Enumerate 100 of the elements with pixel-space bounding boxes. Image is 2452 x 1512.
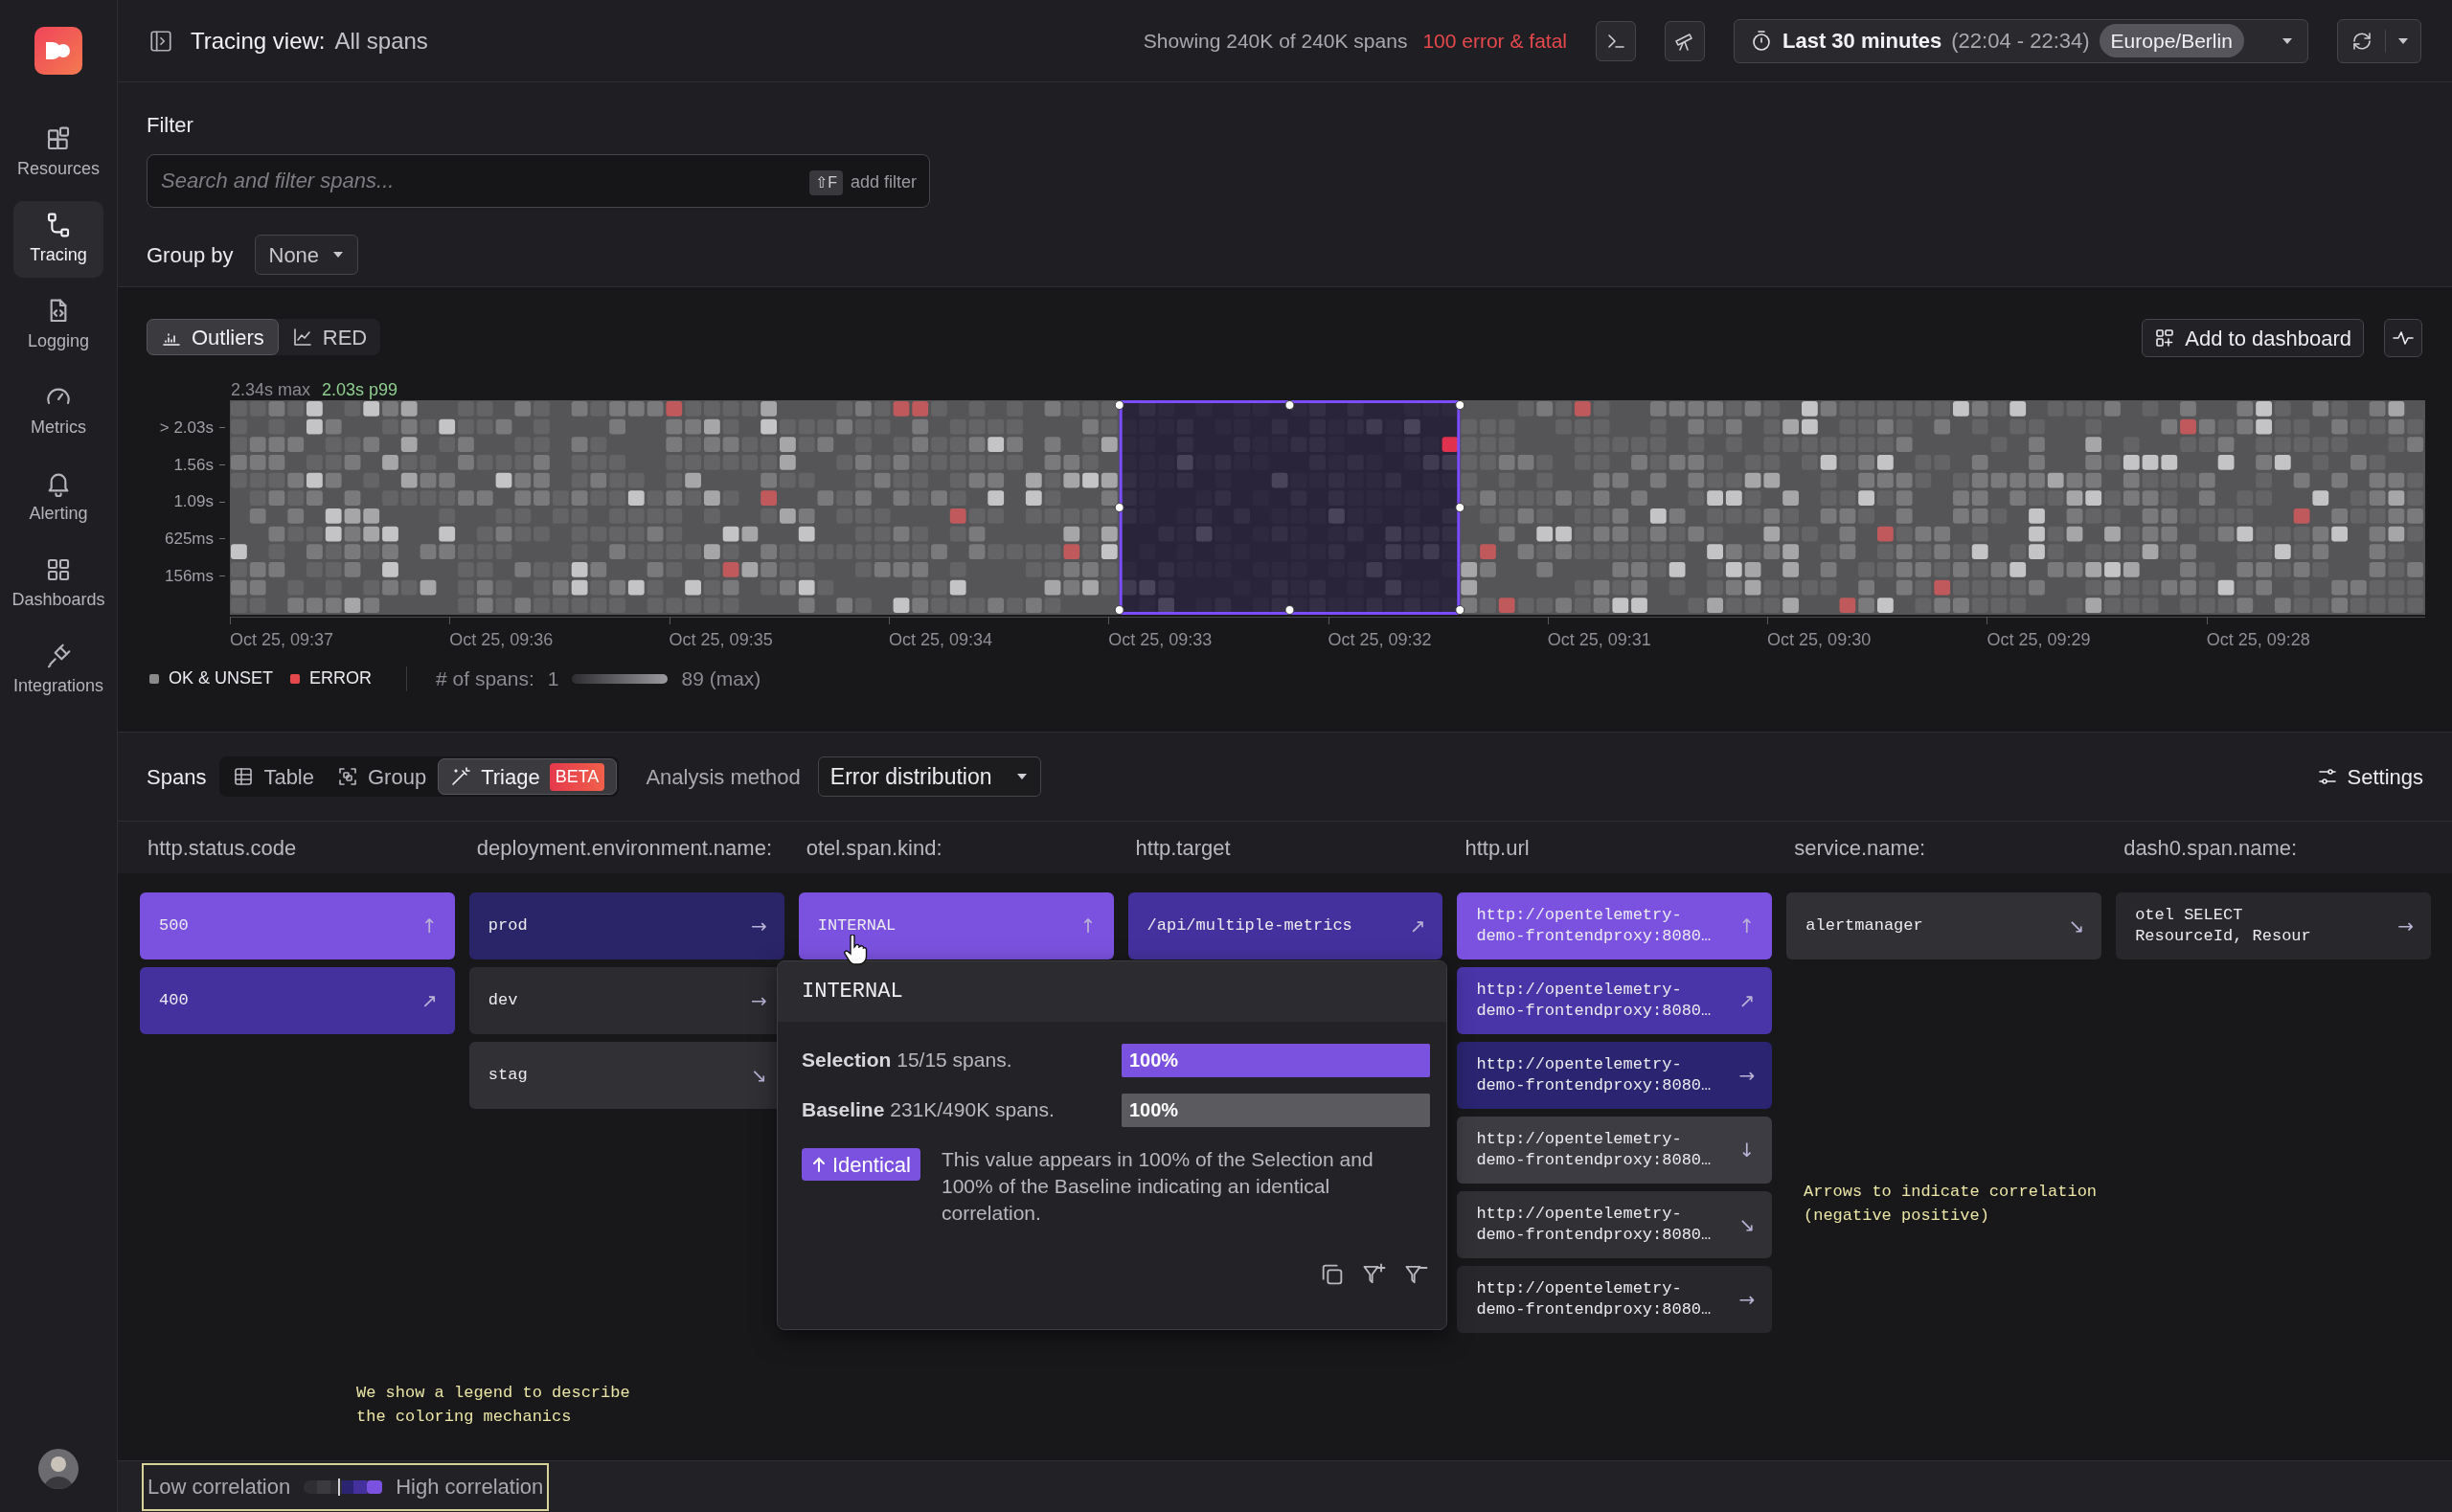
correlation-arrow: ↘: [750, 1065, 767, 1086]
max-latency: 2.34s max: [231, 379, 311, 401]
group-by-dropdown[interactable]: None: [254, 235, 359, 275]
x-axis-label: Oct 25, 09:35: [669, 629, 773, 651]
value-card[interactable]: http://opentelemetry- demo-frontendproxy:8080… ↑: [1457, 892, 1773, 959]
add-filter-hint: add filter: [850, 171, 917, 193]
branch-icon: [45, 211, 72, 238]
column-header: http.status.code: [147, 834, 298, 862]
settings-button[interactable]: Settings: [2316, 760, 2423, 793]
view-tab[interactable]: Table: [221, 758, 326, 795]
chart-tab[interactable]: Outliers: [147, 319, 279, 355]
correlation-arrow: →: [2397, 915, 2414, 937]
column-header: service.name:: [1793, 834, 1927, 862]
correlation-arrow: ↑: [421, 915, 438, 937]
span-count-min: 1: [547, 666, 559, 691]
avatar[interactable]: [38, 1449, 79, 1489]
value-card[interactable]: http://opentelemetry- demo-frontendproxy:8080… ↘: [1457, 1191, 1773, 1258]
correlation-arrow: ↑: [1079, 915, 1097, 937]
correlation-arrow: ↗: [1738, 990, 1756, 1011]
stopwatch-icon: [1750, 29, 1773, 53]
value-card[interactable]: http://opentelemetry- demo-frontendproxy:8080… ↗: [1457, 967, 1773, 1034]
view-tab[interactable]: Group: [326, 758, 439, 795]
heatmap-drawing[interactable]: [230, 400, 2425, 615]
value-card[interactable]: 500 ↑: [140, 892, 455, 959]
value-card[interactable]: prod →: [468, 892, 784, 959]
value-label: http://opentelemetry- demo-frontendproxy:8080…: [1476, 980, 1713, 1022]
value-card[interactable]: INTERNAL ↑: [798, 892, 1114, 959]
tooltip-title: INTERNAL: [802, 979, 903, 1005]
refresh-control[interactable]: [2337, 18, 2421, 63]
stat-bar: 100%: [1122, 1043, 1430, 1077]
app-logo[interactable]: [34, 27, 82, 75]
sidebar-item[interactable]: Metrics: [13, 373, 103, 450]
x-axis-label: Oct 25, 09:34: [888, 629, 992, 651]
caret-icon: [2281, 35, 2294, 46]
sidebar-item[interactable]: Integrations: [13, 632, 103, 709]
filter-label: Filter: [147, 112, 194, 139]
y-axis-label: 1.56s: [173, 454, 214, 476]
sidebar-item[interactable]: Resources: [13, 115, 103, 192]
chart-tab[interactable]: RED: [278, 319, 381, 355]
value-card[interactable]: 400 ↗: [140, 967, 455, 1034]
y-axis-label: > 2.03s: [159, 417, 214, 439]
column-header: dash0.span.name:: [2123, 834, 2299, 862]
value-card[interactable]: alertmanager ↘: [1786, 892, 2102, 959]
value-label: prod: [488, 915, 529, 937]
group-by-label: Group by: [147, 241, 234, 269]
value-label: http://opentelemetry- demo-frontendproxy:8080…: [1476, 1204, 1713, 1246]
x-axis-label: Oct 25, 09:31: [1547, 629, 1651, 651]
value-card[interactable]: http://opentelemetry- demo-frontendproxy:8080… ↓: [1457, 1117, 1773, 1184]
magic-wand-icon: [450, 766, 472, 787]
column-header: deployment.environment.name:: [475, 834, 773, 862]
time-range-value: (22:04 - 22:34): [1951, 28, 2090, 55]
pulse-button[interactable]: [2384, 319, 2422, 357]
sidebar-item[interactable]: Dashboards: [13, 546, 103, 622]
value-card[interactable]: /api/multiple-metrics ↗: [1127, 892, 1443, 959]
error-count[interactable]: 100 error & fatal: [1422, 25, 1567, 56]
value-label: dev: [488, 990, 519, 1011]
value-card[interactable]: http://opentelemetry- demo-frontendproxy:8080… →: [1457, 1042, 1773, 1109]
beta-badge: BETA: [549, 762, 605, 791]
value-label: alertmanager: [1805, 915, 1924, 937]
span-count: Showing 240K of 240K spans: [1143, 28, 1408, 54]
sidebar-item[interactable]: Tracing: [13, 201, 103, 278]
x-axis-label: Oct 25, 09:33: [1108, 629, 1213, 651]
telescope-button[interactable]: [1665, 20, 1705, 61]
view-tab[interactable]: Triage BETA: [438, 758, 618, 795]
caret-icon[interactable]: [2396, 35, 2410, 46]
y-axis-label: 625ms: [164, 529, 214, 551]
plug-icon: [45, 642, 72, 669]
sidebar-item[interactable]: Logging: [13, 287, 103, 364]
analysis-method-dropdown[interactable]: Error distribution: [817, 756, 1041, 797]
correlation-arrow: ↑: [1738, 915, 1756, 937]
column-header: http.target: [1134, 834, 1232, 862]
spans-title: Spans: [147, 763, 207, 791]
value-card[interactable]: http://opentelemetry- demo-frontendproxy:8080… →: [1457, 1266, 1773, 1333]
legend-label: OK & UNSET: [169, 667, 274, 690]
hand-cursor-icon: [843, 935, 868, 965]
terminal-button[interactable]: [1596, 20, 1636, 61]
value-card[interactable]: otel SELECT ResourceId, Resour →: [2116, 892, 2431, 959]
correlation-arrow: →: [750, 990, 767, 1011]
legend-low-label: Low correlation: [148, 1474, 291, 1501]
value-label: http://opentelemetry- demo-frontendproxy:8080…: [1476, 1129, 1713, 1171]
time-range-label: Last 30 minutes: [1782, 28, 1942, 55]
value-label: 500: [159, 915, 190, 937]
value-label: INTERNAL: [817, 915, 897, 937]
x-axis-label: Oct 25, 09:30: [1767, 629, 1872, 651]
column-header: http.url: [1464, 834, 1531, 862]
settings-icon: [2316, 766, 2338, 787]
stat-bar: 100%: [1122, 1093, 1430, 1127]
correlation-arrow: →: [750, 915, 767, 937]
sidebar-toggle-icon[interactable]: [148, 28, 173, 54]
shortcut-key: ⇧F: [809, 169, 843, 195]
correlation-arrow: ↗: [1409, 915, 1426, 937]
column-header: otel.span.kind:: [805, 834, 943, 862]
add-to-dashboard-button[interactable]: Add to dashboard: [2142, 319, 2364, 357]
sidebar-item[interactable]: Alerting: [13, 460, 103, 536]
stat-label: Baseline 231K/490K spans.: [802, 1097, 1056, 1123]
time-range-picker[interactable]: Last 30 minutes (22:04 - 22:34) Europe/Berlin: [1734, 18, 2308, 63]
grid-icon: [45, 124, 72, 152]
correlation-arrow: ↓: [1738, 1140, 1756, 1161]
y-axis-label: 156ms: [164, 565, 214, 587]
value-label: stag: [488, 1065, 529, 1086]
